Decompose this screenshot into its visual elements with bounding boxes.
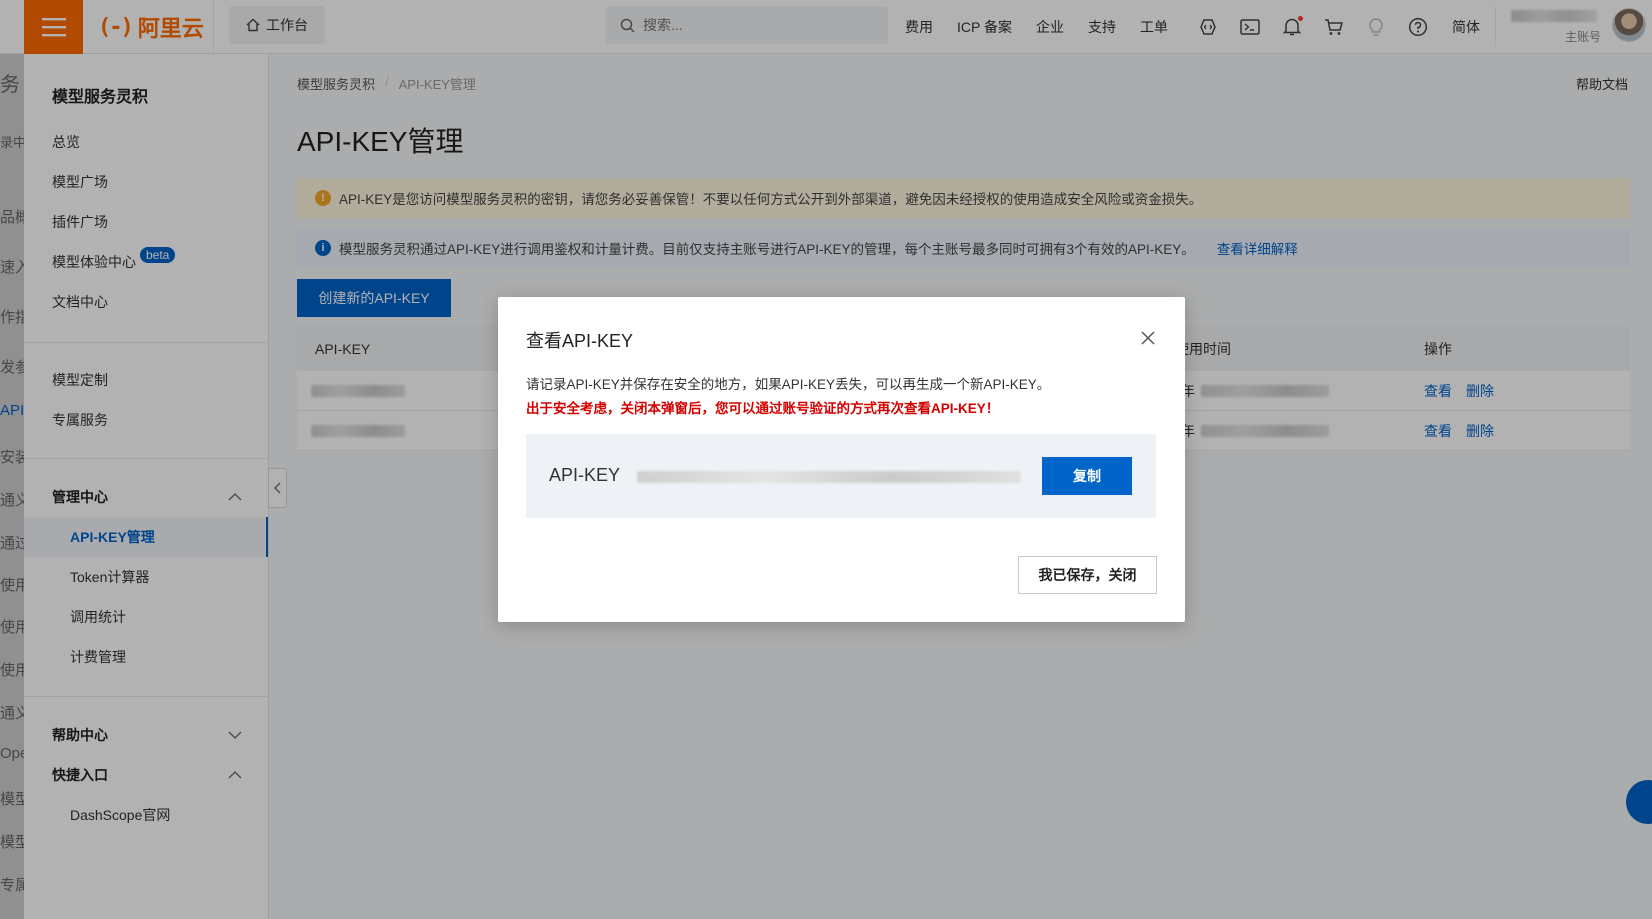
- api-key-label: API-KEY: [549, 465, 621, 485]
- dialog-description: 请记录API-KEY并保存在安全的地方，如果API-KEY丢失，可以再生成一个新…: [526, 377, 1051, 392]
- close-button[interactable]: [1139, 329, 1157, 347]
- view-api-key-dialog: 查看API-KEY 请记录API-KEY并保存在安全的地方，如果API-KEY丢…: [498, 297, 1185, 622]
- dialog-security-warning: 出于安全考虑，关闭本弹窗后，您可以通过账号验证的方式再次查看API-KEY！: [526, 401, 1000, 416]
- close-icon: [1141, 331, 1155, 345]
- api-key-value-redacted: [637, 471, 1021, 483]
- api-key-box: API-KEY 复制: [526, 434, 1156, 518]
- saved-close-button[interactable]: 我已保存，关闭: [1018, 556, 1157, 594]
- dialog-title: 查看API-KEY: [526, 331, 634, 351]
- copy-button[interactable]: 复制: [1042, 457, 1132, 495]
